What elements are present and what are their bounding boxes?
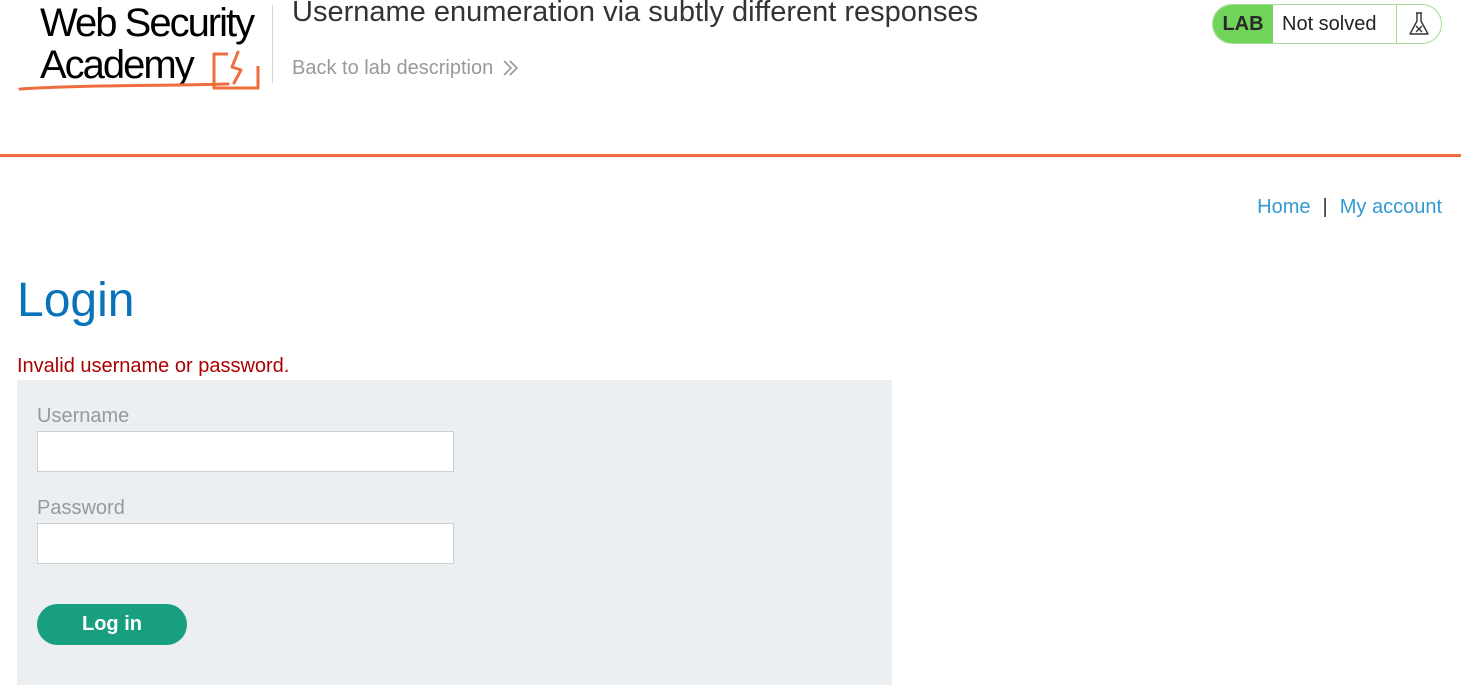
back-link-label: Back to lab description — [292, 57, 494, 79]
double-chevron-right-icon — [503, 60, 519, 76]
web-security-academy-logo[interactable]: Web Security Academy — [18, 0, 274, 94]
logo-underline-icon — [18, 82, 230, 91]
password-input[interactable] — [37, 523, 454, 564]
login-error-message: Invalid username or password. — [17, 355, 290, 377]
log-in-button[interactable]: Log in — [37, 604, 187, 645]
lab-status-icon-container — [1397, 5, 1441, 43]
login-form: Username Password Log in — [17, 380, 892, 685]
logo-text-line1: Web Security — [40, 1, 255, 45]
flask-icon — [1409, 12, 1429, 35]
site-header: Web Security Academy Username enumeratio… — [0, 0, 1461, 157]
back-to-lab-description-link[interactable]: Back to lab description — [292, 57, 519, 79]
top-nav: Home | My account — [1257, 195, 1442, 219]
lab-status-text: Not solved — [1273, 5, 1397, 43]
username-input[interactable] — [37, 431, 454, 472]
lab-badge: LAB — [1213, 5, 1273, 43]
nav-separator: | — [1322, 196, 1328, 218]
username-label: Username — [37, 405, 130, 427]
logo-text-line2: Academy — [40, 43, 195, 87]
header-divider — [272, 5, 273, 83]
page-title: Login — [17, 274, 135, 327]
nav-my-account-link[interactable]: My account — [1340, 196, 1442, 218]
lab-status-widget: LAB Not solved — [1212, 4, 1442, 44]
header-rule — [0, 154, 1461, 157]
password-label: Password — [37, 497, 125, 519]
nav-home-link[interactable]: Home — [1257, 196, 1310, 218]
lab-title: Username enumeration via subtly differen… — [292, 0, 979, 28]
